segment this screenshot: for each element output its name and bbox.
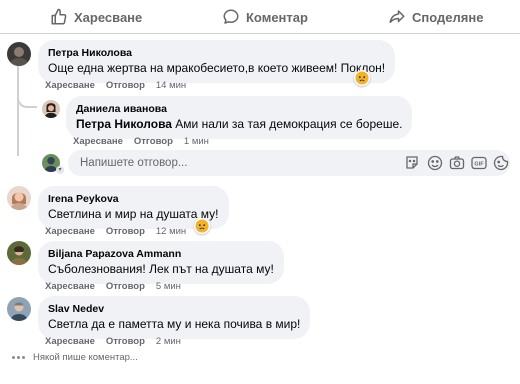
- comment-button[interactable]: Коментар: [222, 6, 308, 28]
- comment-time[interactable]: 5 мин: [156, 281, 181, 292]
- reply-comment-link[interactable]: Отговор: [106, 80, 145, 91]
- post-action-bar: Харесване Коментар Споделяне: [0, 0, 520, 34]
- comment-text: Светлина и мир на душата му!: [48, 207, 219, 221]
- avatar[interactable]: [7, 297, 31, 321]
- reply-comment-link[interactable]: Отговор: [106, 226, 145, 237]
- like-comment-link[interactable]: Харесване: [45, 336, 95, 347]
- thumbs-up-icon: [51, 8, 67, 25]
- sticker-face-icon[interactable]: [493, 155, 509, 171]
- share-icon: [389, 10, 405, 23]
- comment-author[interactable]: Петра Николова: [48, 46, 385, 60]
- svg-text:GIF: GIF: [474, 162, 484, 168]
- comment-bubble: Петра Николова Още една жертва на мракоб…: [38, 40, 396, 83]
- like-button[interactable]: Харесване: [50, 6, 142, 28]
- thread-line: [17, 66, 19, 156]
- avatar[interactable]: [7, 186, 31, 210]
- like-comment-link[interactable]: Харесване: [45, 80, 95, 91]
- chevron-down-icon[interactable]: ▾: [56, 166, 64, 174]
- share-button-label: Споделяне: [412, 9, 484, 25]
- comment-meta: Харесване Отговор 5 мин: [45, 281, 181, 292]
- comment-time[interactable]: 2 мин: [156, 336, 181, 347]
- comment-author[interactable]: Slav Nedev: [48, 302, 300, 316]
- avatar[interactable]: [42, 100, 60, 118]
- comment-time[interactable]: 12 мин: [156, 226, 186, 237]
- like-comment-link[interactable]: Харесване: [45, 281, 95, 292]
- emoji-icon[interactable]: [427, 155, 443, 171]
- comment-text: Съболезнования! Лек път на душата му!: [48, 262, 274, 276]
- comment-time[interactable]: 1 мин: [184, 136, 209, 147]
- avatar[interactable]: [7, 241, 31, 265]
- comment-text: Светла да е паметта му и нека почива в м…: [48, 317, 301, 331]
- comment-author[interactable]: Даниела иванова: [76, 102, 402, 116]
- comment-text: Петра Николова Ами нали за тая демокраци…: [76, 116, 402, 132]
- comment-bubble: Slav Nedev Светла да е паметта му и нека…: [38, 296, 311, 339]
- like-comment-link[interactable]: Харесване: [73, 136, 123, 147]
- comment-meta: Харесване Отговор 2 мин: [45, 336, 181, 347]
- thread-line-branch: [17, 98, 37, 108]
- share-button[interactable]: Споделяне: [388, 6, 483, 28]
- reply-text: Ами нали за тая демокрация се бореше.: [171, 117, 403, 131]
- typing-dots-icon: [12, 356, 25, 359]
- typing-text: Някой пише коментар...: [33, 352, 138, 363]
- camera-icon[interactable]: [449, 155, 465, 171]
- comment-time[interactable]: 14 мин: [156, 80, 186, 91]
- comment-meta: Харесване Отговор 1 мин: [73, 136, 209, 147]
- reply-input[interactable]: [80, 155, 380, 171]
- comment-meta: Харесване Отговор 14 мин: [45, 80, 186, 91]
- comment-bubble: Biljana Papazova Ammann Съболезнования! …: [38, 241, 284, 284]
- reply-comment-link[interactable]: Отговор: [106, 336, 145, 347]
- sad-reaction-icon: [195, 219, 209, 233]
- comment-author[interactable]: Biljana Papazova Ammann: [48, 247, 274, 261]
- comment-meta: Харесване Отговор 12 мин: [45, 226, 186, 237]
- comment-button-label: Коментар: [246, 9, 308, 25]
- comment-author[interactable]: Irena Peykova: [48, 192, 219, 206]
- comment-icon: [223, 9, 239, 24]
- reaction-badge[interactable]: [354, 70, 370, 86]
- reply-comment-link[interactable]: Отговор: [134, 136, 173, 147]
- typing-indicator: Някой пише коментар...: [12, 352, 138, 363]
- reply-input-container: GIF: [68, 150, 510, 176]
- comment-text: Още една жертва на мракобесието,в което …: [48, 61, 386, 75]
- sad-reaction-icon: [355, 71, 369, 85]
- mention-link[interactable]: Петра Николова: [76, 117, 172, 131]
- like-comment-link[interactable]: Харесване: [45, 226, 95, 237]
- like-button-label: Харесване: [74, 9, 143, 25]
- reaction-badge[interactable]: [194, 218, 210, 234]
- reply-bubble: Даниела иванова Петра Николова Ами нали …: [66, 96, 413, 139]
- reply-comment-link[interactable]: Отговор: [106, 281, 145, 292]
- gif-icon[interactable]: GIF: [471, 155, 487, 171]
- sticker-icon[interactable]: [404, 155, 420, 171]
- avatar[interactable]: [7, 42, 31, 66]
